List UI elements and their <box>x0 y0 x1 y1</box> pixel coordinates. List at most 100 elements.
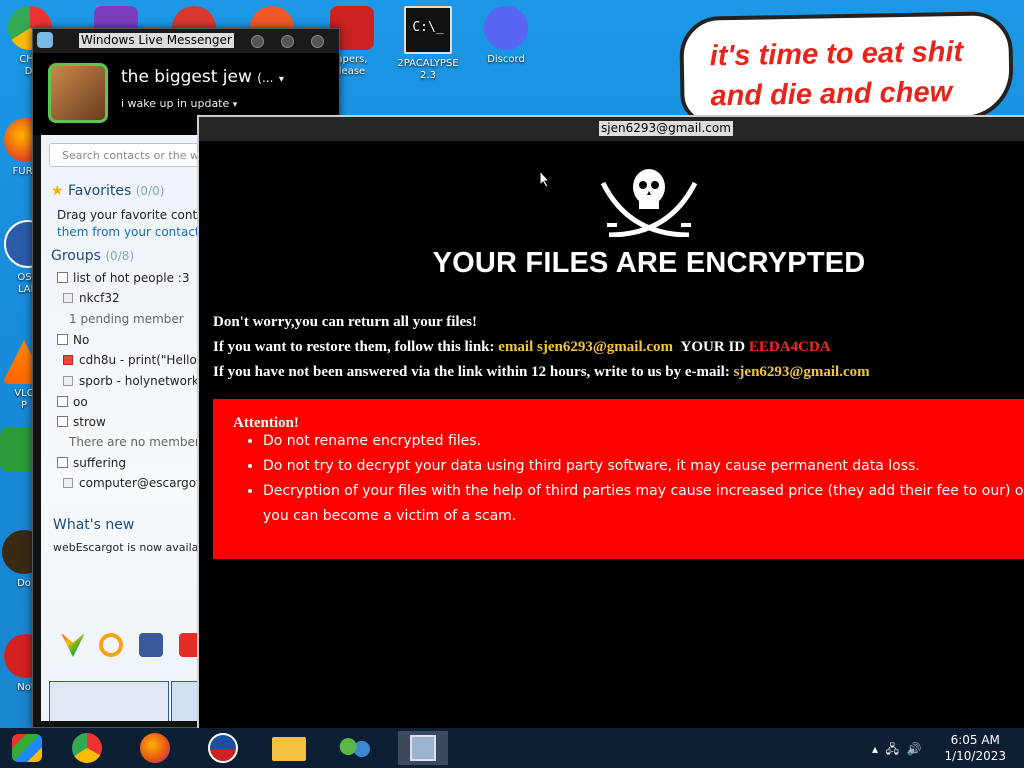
taskbar-chrome[interactable] <box>62 731 112 765</box>
ransom-titlebar[interactable]: sjen6293@gmail.com <box>199 117 1024 141</box>
contact-email[interactable]: sjen6293@gmail.com <box>734 364 870 380</box>
contact-item[interactable]: sporb - holynetworkad <box>63 374 214 388</box>
contact-label: computer@escargot.c <box>79 476 212 490</box>
display-name-text: the biggest jew <box>121 67 252 87</box>
jolly-roger-icon <box>600 169 698 237</box>
bubble-text: it's time to eat shit and die and chew <box>709 35 964 113</box>
group-label: suffering <box>73 456 126 470</box>
taskbar: ▴ 🖧 🔊 6:05 AM 1/10/2023 <box>0 728 1024 768</box>
start-button[interactable] <box>2 731 52 765</box>
messenger-titlebar[interactable]: Windows Live Messenger <box>33 29 339 53</box>
group-item[interactable]: oo <box>57 395 88 409</box>
groups-label: Groups <box>51 248 101 264</box>
taskbar-file-explorer[interactable] <box>264 731 314 765</box>
empty-group-note: There are no members <box>69 435 207 449</box>
desktop-icon-2pacalypse[interactable]: C:\_ 2PACALYPSE 2.3 <box>392 6 464 82</box>
contact-item[interactable]: cdh8u - print("Hello w <box>63 353 210 367</box>
facebook-icon[interactable] <box>139 633 163 657</box>
pending-note[interactable]: 1 pending member <box>69 312 184 326</box>
news-item[interactable]: webEscargot is now availal <box>53 541 201 554</box>
personal-message-text: i wake up in update <box>121 97 230 110</box>
attention-item: Do not try to decrypt your data using th… <box>263 454 1024 479</box>
status-icon <box>63 293 73 303</box>
contact-item[interactable]: nkcf32 <box>63 291 120 305</box>
favorites-header[interactable]: ★ Favorites (0/0) <box>51 183 164 199</box>
attention-item: Do not rename encrypted files. <box>263 429 1024 454</box>
discord-icon <box>484 6 528 50</box>
group-item[interactable]: list of hot people :3 <box>57 271 189 285</box>
minimize-button[interactable] <box>251 35 264 48</box>
group-icon <box>57 272 68 283</box>
attention-list: Do not rename encrypted files. Do not tr… <box>233 429 1024 529</box>
window-title: Windows Live Messenger <box>79 33 234 48</box>
favorites-hint: Drag your favorite conta <box>57 208 205 222</box>
personal-message[interactable]: i wake up in update ▾ <box>121 97 237 110</box>
groups-header[interactable]: Groups (0/8) <box>51 248 134 264</box>
groups-count: (0/8) <box>105 249 135 263</box>
windows-live-icon[interactable] <box>61 633 85 657</box>
group-icon <box>57 334 68 345</box>
obama-logo-icon <box>208 733 238 763</box>
display-name-suffix: (... <box>257 71 274 85</box>
taskbar-ransomware[interactable] <box>398 731 448 765</box>
display-name[interactable]: the biggest jew (... ▾ <box>121 67 284 87</box>
chevron-down-icon[interactable]: ▾ <box>233 100 238 110</box>
speech-bubble: it's time to eat shit and die and chew <box>679 11 1014 125</box>
desktop-icon-label: Discord <box>487 54 525 65</box>
system-tray: ▴ 🖧 🔊 <box>872 740 922 761</box>
chrome-icon <box>72 733 102 763</box>
desktop-icon-discord[interactable]: Discord <box>470 6 542 66</box>
taskbar-messenger[interactable] <box>330 731 380 765</box>
escargot-icon[interactable] <box>99 633 123 657</box>
ransom-heading: YOUR FILES ARE ENCRYPTED <box>432 247 866 279</box>
favorites-label: Favorites <box>68 183 132 199</box>
attention-box: Attention! Do not rename encrypted files… <box>213 399 1024 559</box>
favorites-count: (0/0) <box>135 184 165 198</box>
mouse-cursor-icon <box>539 170 551 188</box>
maximize-button[interactable] <box>281 35 294 48</box>
group-label: list of hot people :3 <box>73 271 190 285</box>
group-label: No <box>73 333 90 347</box>
status-icon <box>63 376 73 386</box>
contact-item[interactable]: computer@escargot.c <box>63 476 211 490</box>
computer-icon <box>410 735 436 761</box>
messenger-app-icon <box>37 32 53 48</box>
whats-new-header: What's new <box>53 517 135 533</box>
ransom-note-window[interactable]: sjen6293@gmail.com YOUR FILES ARE ENCRYP… <box>197 115 1024 730</box>
taskbar-firefox[interactable] <box>130 731 180 765</box>
clock-time: 6:05 AM <box>950 733 1000 747</box>
avatar[interactable] <box>48 63 108 123</box>
window-title: sjen6293@gmail.com <box>599 121 733 136</box>
ad-thumbnail[interactable] <box>49 681 169 721</box>
ransom-line-1: Don't worry,you can return all your file… <box>213 314 478 330</box>
group-item[interactable]: No <box>57 333 89 347</box>
contact-label: nkcf32 <box>79 291 120 305</box>
messenger-icon <box>338 737 372 761</box>
chevron-down-icon[interactable]: ▾ <box>279 74 284 85</box>
favorites-hint-link[interactable]: them from your contact <box>57 225 200 239</box>
terminal-icon: C:\_ <box>404 6 452 54</box>
show-hidden-icons-icon[interactable]: ▴ <box>872 742 878 756</box>
contact-label: cdh8u - print("Hello w <box>79 353 211 367</box>
group-icon <box>57 396 68 407</box>
close-button[interactable] <box>311 35 324 48</box>
firefox-icon <box>140 733 170 763</box>
ransom-line-3: If you have not been answered via the li… <box>213 364 870 381</box>
network-icon[interactable]: 🖧 <box>886 742 899 756</box>
attention-item: Decryption of your files with the help o… <box>263 479 1024 529</box>
victim-id: EEDA4CDA <box>748 339 831 355</box>
group-icon <box>57 457 68 468</box>
ransom-line-2: If you want to restore them, follow this… <box>213 339 831 356</box>
folder-icon <box>272 737 306 761</box>
id-label: YOUR ID <box>680 339 746 355</box>
group-label: strow <box>73 415 106 429</box>
restore-text: If you want to restore them, follow this… <box>213 339 495 355</box>
volume-icon[interactable]: 🔊 <box>907 742 922 756</box>
group-item[interactable]: suffering <box>57 456 126 470</box>
clock[interactable]: 6:05 AM 1/10/2023 <box>944 732 1006 764</box>
group-item[interactable]: strow <box>57 415 106 429</box>
star-icon: ★ <box>51 183 64 199</box>
group-icon <box>57 416 68 427</box>
taskbar-obama[interactable] <box>198 731 248 765</box>
restore-email-link[interactable]: email sjen6293@gmail.com <box>498 339 673 355</box>
